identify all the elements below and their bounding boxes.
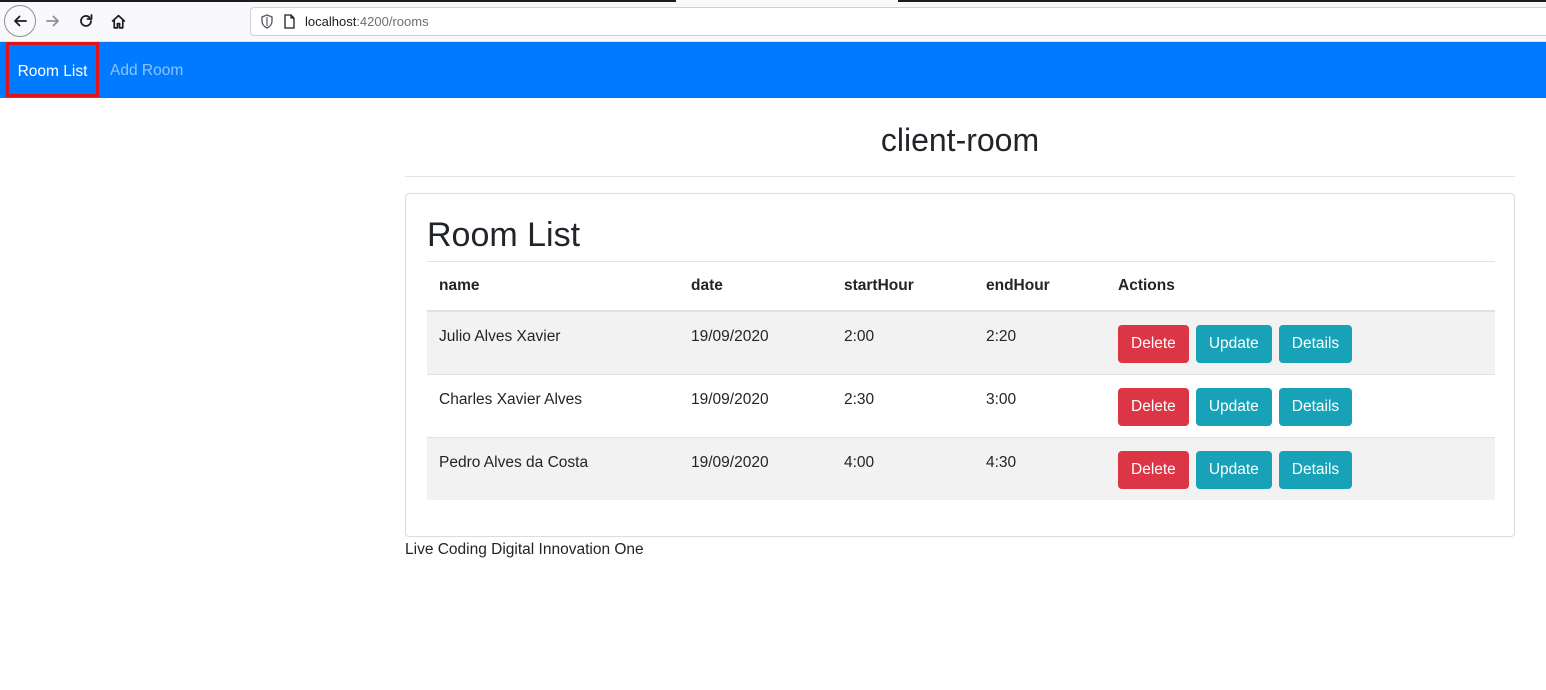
footer-text: Live Coding Digital Innovation One <box>405 541 644 558</box>
browser-toolbar: localhost:4200/rooms <box>0 0 1546 42</box>
column-header-end-hour: endHour <box>974 262 1106 312</box>
page-icon[interactable] <box>281 14 297 30</box>
cell-start-hour: 2:30 <box>832 374 974 438</box>
reload-icon <box>80 14 93 27</box>
column-header-date: date <box>679 262 832 312</box>
table-header-row: name date startHour endHour Actions <box>427 262 1495 312</box>
cell-start-hour: 2:00 <box>832 311 974 375</box>
forward-button[interactable] <box>38 6 68 36</box>
active-tab-indicator <box>676 0 898 2</box>
card-title: Room List <box>427 216 581 254</box>
table-row: Pedro Alves da Costa 19/09/2020 4:00 4:3… <box>427 437 1495 500</box>
cell-actions: Delete Update Details <box>1106 374 1495 438</box>
url-text: localhost:4200/rooms <box>305 14 429 29</box>
update-button[interactable]: Update <box>1195 450 1272 489</box>
details-button[interactable]: Details <box>1278 387 1353 426</box>
cell-end-hour: 3:00 <box>974 374 1106 438</box>
heading-divider <box>405 176 1515 177</box>
update-button[interactable]: Update <box>1195 325 1272 363</box>
cell-date: 19/09/2020 <box>691 453 769 471</box>
cell-actions: Delete Update Details <box>1106 437 1495 500</box>
forward-arrow-icon <box>46 15 59 27</box>
details-button[interactable]: Details <box>1278 450 1353 489</box>
cell-end-hour: 2:20 <box>974 311 1106 375</box>
home-button[interactable] <box>103 6 133 36</box>
back-arrow-icon <box>14 15 27 27</box>
nav-add-room[interactable]: Add Room <box>110 42 183 98</box>
update-button[interactable]: Update <box>1195 387 1272 426</box>
room-list-card: Room List name date startHour endHour Ac… <box>405 193 1515 537</box>
nav-room-list[interactable]: Room List <box>6 42 99 97</box>
app-navbar: Room List Add Room <box>0 42 1546 98</box>
cell-end-hour: 4:30 <box>986 453 1017 471</box>
url-path: :4200/rooms <box>356 14 429 29</box>
cell-date: 19/09/2020 <box>679 311 832 375</box>
details-button[interactable]: Details <box>1278 325 1353 363</box>
home-icon <box>111 14 125 29</box>
cell-date: 19/09/2020 <box>679 374 832 438</box>
column-header-actions: Actions <box>1106 262 1495 312</box>
cell-start-hour: 4:00 <box>844 453 875 471</box>
cell-name: Pedro Alves da Costa <box>439 453 589 471</box>
cell-actions: Delete Update Details <box>1106 311 1495 375</box>
table-row: Charles Xavier Alves 19/09/2020 2:30 3:0… <box>427 374 1495 438</box>
reload-button[interactable] <box>71 6 101 36</box>
delete-button[interactable]: Delete <box>1118 387 1189 426</box>
delete-button[interactable]: Delete <box>1118 450 1189 489</box>
cell-name: Julio Alves Xavier <box>427 311 679 375</box>
url-host: localhost <box>305 14 357 29</box>
shield-icon[interactable] <box>259 14 275 30</box>
column-header-name: name <box>427 262 679 312</box>
table-row: Julio Alves Xavier 19/09/2020 2:00 2:20 … <box>427 311 1495 375</box>
address-bar[interactable]: localhost:4200/rooms <box>250 7 1546 36</box>
page-title: client-room <box>880 122 1040 158</box>
room-table: name date startHour endHour Actions Juli… <box>427 262 1495 500</box>
back-button[interactable] <box>4 5 36 37</box>
cell-name: Charles Xavier Alves <box>427 374 679 438</box>
delete-button[interactable]: Delete <box>1118 325 1189 363</box>
column-header-start-hour: startHour <box>832 262 974 312</box>
